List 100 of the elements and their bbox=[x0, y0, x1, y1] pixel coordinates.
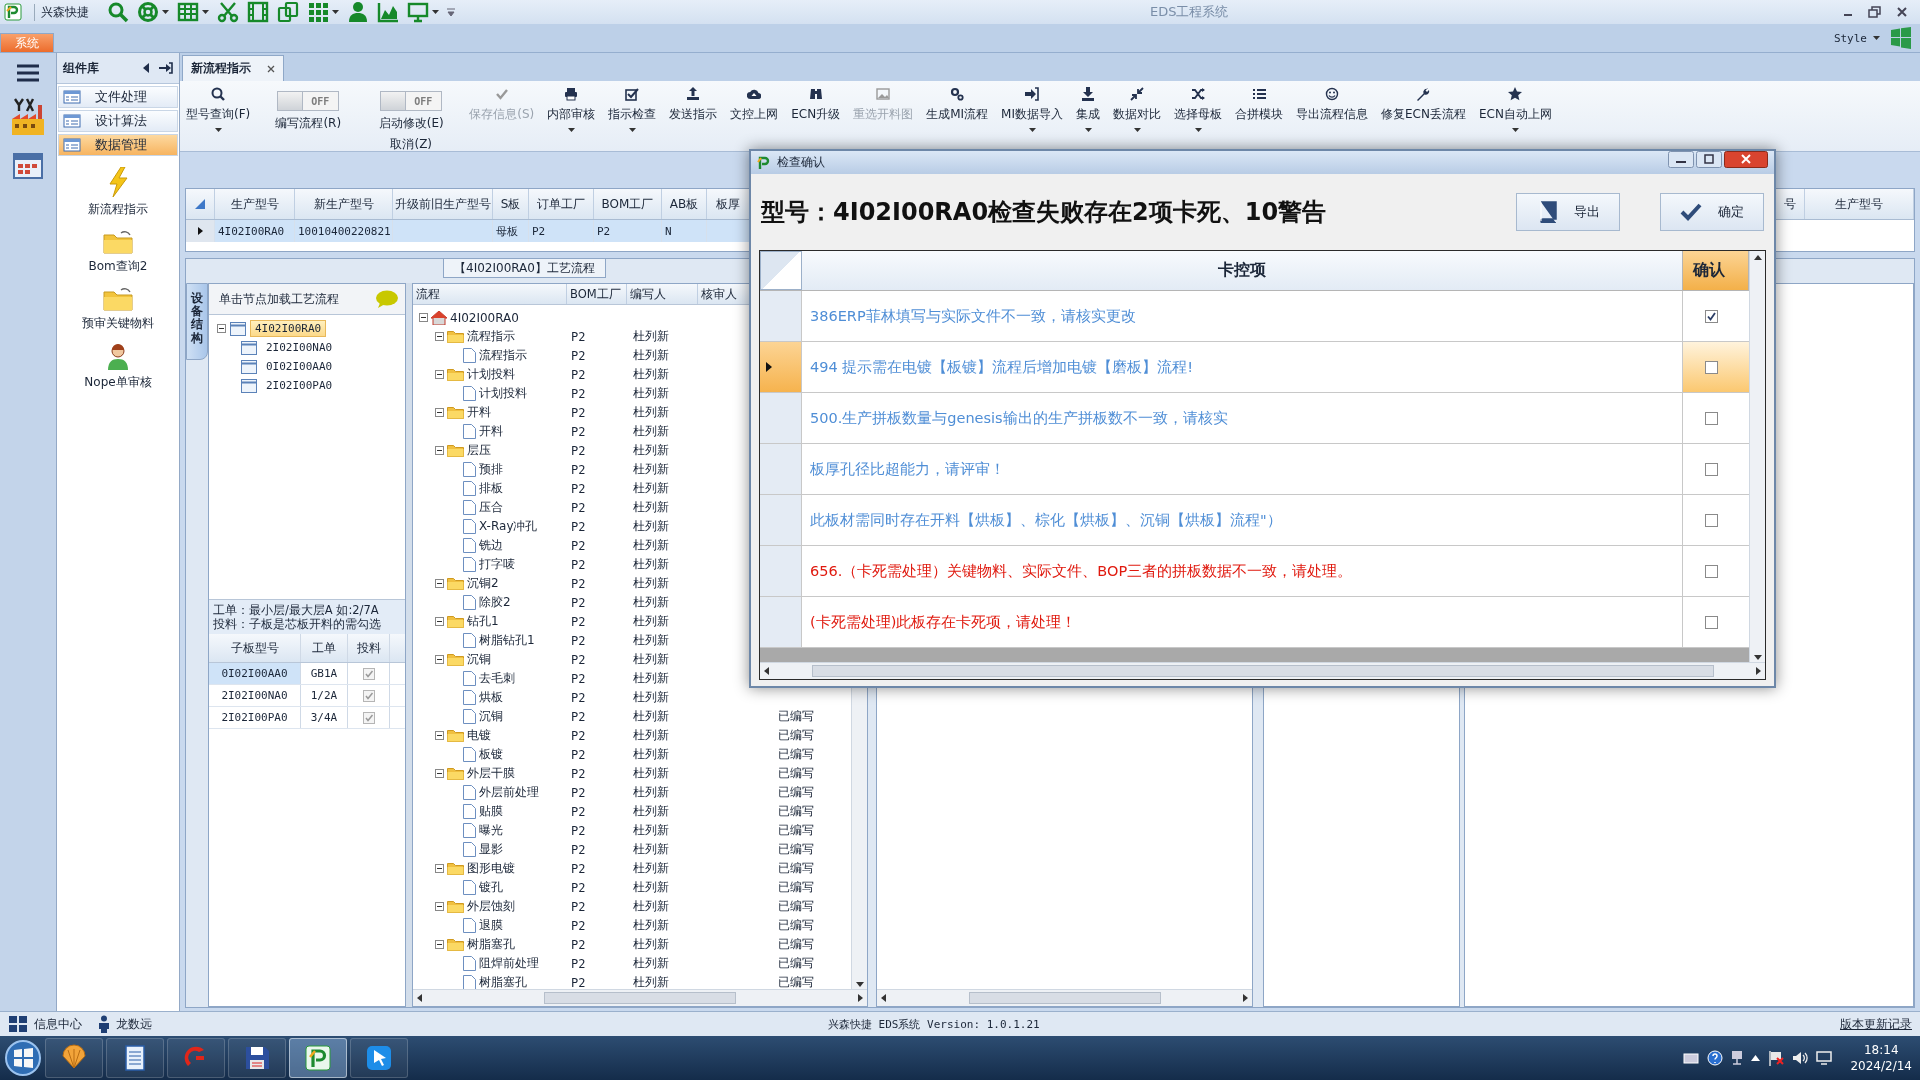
table-cell: 2I02I00PA0 bbox=[209, 707, 301, 728]
table-cell: (卡死需处理)此板存在卡死项，请处理！ bbox=[802, 597, 1683, 647]
table-cell-text: P2 bbox=[570, 746, 587, 764]
table-cell: 母板 bbox=[493, 220, 529, 242]
table-cell-text: 杜列新 bbox=[632, 632, 670, 649]
panel-title: 组件库 bbox=[63, 59, 99, 77]
table-cell-text: P2 bbox=[570, 765, 587, 783]
table-cell-text: P2 bbox=[570, 575, 587, 593]
hint-text: 单击节点加载工艺流程 bbox=[219, 290, 339, 308]
table-cell-text: P2 bbox=[570, 594, 587, 612]
table-cell-text: P2 bbox=[570, 385, 587, 403]
table-cell-text: P2 bbox=[570, 822, 587, 840]
table-cell-text: P2 bbox=[570, 499, 587, 517]
table-cell: GB1A bbox=[301, 663, 348, 684]
table-cell-text: P2 bbox=[570, 803, 587, 821]
table-cell-text: P2 bbox=[570, 879, 587, 897]
table-cell-text: P2 bbox=[570, 461, 587, 479]
table-cell-text: 杜列新 bbox=[632, 689, 670, 706]
table-cell-text: 已编写 bbox=[777, 708, 815, 725]
table-cell-text: P2 bbox=[570, 860, 587, 878]
table-cell-text: 杜列新 bbox=[632, 784, 670, 801]
table-cell-text: P2 bbox=[570, 917, 587, 935]
table-cell: 0I02I00AA0 bbox=[209, 663, 301, 684]
table-cell-text: 杜列新 bbox=[632, 974, 670, 991]
table-cell-text: 已编写 bbox=[777, 974, 815, 991]
table-cell-text: 已编写 bbox=[777, 822, 815, 839]
dialog-heading: 型号：4I02I00RA0检查失败存在2项卡死、10警告 bbox=[761, 197, 1327, 228]
table-cell-text: 杜列新 bbox=[632, 613, 670, 630]
table-cell: 板厚孔径比超能力，请评审！ bbox=[802, 444, 1683, 494]
table-cell-text: 杜列新 bbox=[632, 841, 670, 858]
table-cell-text: 杜列新 bbox=[632, 499, 670, 516]
table-cell: N bbox=[662, 220, 707, 242]
table-cell: 3/4A bbox=[301, 707, 348, 728]
table-cell-text: P2 bbox=[570, 974, 587, 992]
note-text: 工单：最小层/最大层A 如:2/7A bbox=[213, 603, 380, 617]
table-cell-text: 杜列新 bbox=[632, 955, 670, 972]
table-cell: 2I02I00NA0 bbox=[209, 685, 301, 706]
dialog-title: 检查确认 bbox=[777, 154, 825, 171]
table-cell: 此板材需同时存在开料【烘板】、棕化【烘板】、沉铜【烘板】流程"） bbox=[802, 495, 1683, 545]
table-cell-text: 已编写 bbox=[777, 803, 815, 820]
table-cell: 4I02I00RA0 bbox=[215, 220, 295, 242]
table-cell-text: P2 bbox=[570, 556, 587, 574]
table-cell-text: 杜列新 bbox=[632, 442, 670, 459]
table-cell-text: 杜列新 bbox=[632, 423, 670, 440]
table-cell-text: 已编写 bbox=[777, 746, 815, 763]
table-cell: P2 bbox=[594, 220, 662, 242]
table-cell-text: P2 bbox=[570, 651, 587, 669]
table-cell-text: 杜列新 bbox=[632, 879, 670, 896]
table-cell-text: 杜列新 bbox=[632, 670, 670, 687]
table-cell-text: 杜列新 bbox=[632, 575, 670, 592]
window-title: EDS工程系统 bbox=[1150, 3, 1229, 21]
table-cell: 656.（卡死需处理）关键物料、实际文件、BOP三者的拼板数据不一致，请处理。 bbox=[802, 546, 1683, 596]
note-text: 投料：子板是芯板开料的需勾选 bbox=[213, 617, 382, 631]
app-name: 兴森快捷 bbox=[34, 3, 99, 21]
table-cell-text: 已编写 bbox=[777, 841, 815, 858]
table-cell: 10010400220821 bbox=[295, 220, 393, 242]
table-cell: 1/2A bbox=[301, 685, 348, 706]
table-cell-text: 杜列新 bbox=[632, 480, 670, 497]
table-cell-text: P2 bbox=[570, 423, 587, 441]
table-cell-text: 杜列新 bbox=[632, 537, 670, 554]
table-cell-text: 已编写 bbox=[777, 955, 815, 972]
table-cell-text: P2 bbox=[570, 518, 587, 536]
table-cell-text: P2 bbox=[570, 708, 587, 726]
table-cell-text: 已编写 bbox=[777, 765, 815, 782]
table-cell-text: P2 bbox=[570, 328, 587, 346]
table-cell-text: 杜列新 bbox=[632, 765, 670, 782]
table-cell-text: 杜列新 bbox=[632, 727, 670, 744]
table-cell: 386ERP菲林填写与实际文件不一致，请核实更改 bbox=[802, 291, 1683, 341]
table-cell-text: 已编写 bbox=[777, 936, 815, 953]
toggle-label: 编写流程(R) bbox=[275, 115, 342, 132]
table-cell-text: P2 bbox=[570, 936, 587, 954]
table-cell-text: P2 bbox=[570, 480, 587, 498]
table-cell-text: P2 bbox=[570, 727, 587, 745]
table-cell-text: P2 bbox=[570, 784, 587, 802]
table-cell-text: P2 bbox=[570, 613, 587, 631]
table-cell-text: 杜列新 bbox=[632, 803, 670, 820]
table-cell-text: 杜列新 bbox=[632, 651, 670, 668]
table-cell-text: 杜列新 bbox=[632, 556, 670, 573]
table-cell-text: 已编写 bbox=[777, 727, 815, 744]
table-cell-text: P2 bbox=[570, 670, 587, 688]
table-cell-text: 杜列新 bbox=[632, 404, 670, 421]
table-cell-text: P2 bbox=[570, 347, 587, 365]
table-cell-text: P2 bbox=[570, 689, 587, 707]
table-cell-text: 杜列新 bbox=[632, 936, 670, 953]
table-cell-text: P2 bbox=[570, 898, 587, 916]
version-text: 兴森快捷 EDS系统 Version: 1.0.1.21 bbox=[828, 1016, 1040, 1032]
table-cell-text: P2 bbox=[570, 366, 587, 384]
table-cell: P2 bbox=[529, 220, 594, 242]
table-cell-text: 杜列新 bbox=[632, 518, 670, 535]
table-cell-text: P2 bbox=[570, 442, 587, 460]
table-cell-text: 杜列新 bbox=[632, 385, 670, 402]
table-cell-text: 杜列新 bbox=[632, 917, 670, 934]
table-cell-text: 杜列新 bbox=[632, 822, 670, 839]
table-cell-text: P2 bbox=[570, 841, 587, 859]
table-cell-text: 杜列新 bbox=[632, 708, 670, 725]
table-cell-text: 已编写 bbox=[777, 860, 815, 877]
table-cell-text: 杜列新 bbox=[632, 898, 670, 915]
table-cell-text: P2 bbox=[570, 955, 587, 973]
table-cell-text: 杜列新 bbox=[632, 860, 670, 877]
table-cell-text: 杜列新 bbox=[632, 746, 670, 763]
